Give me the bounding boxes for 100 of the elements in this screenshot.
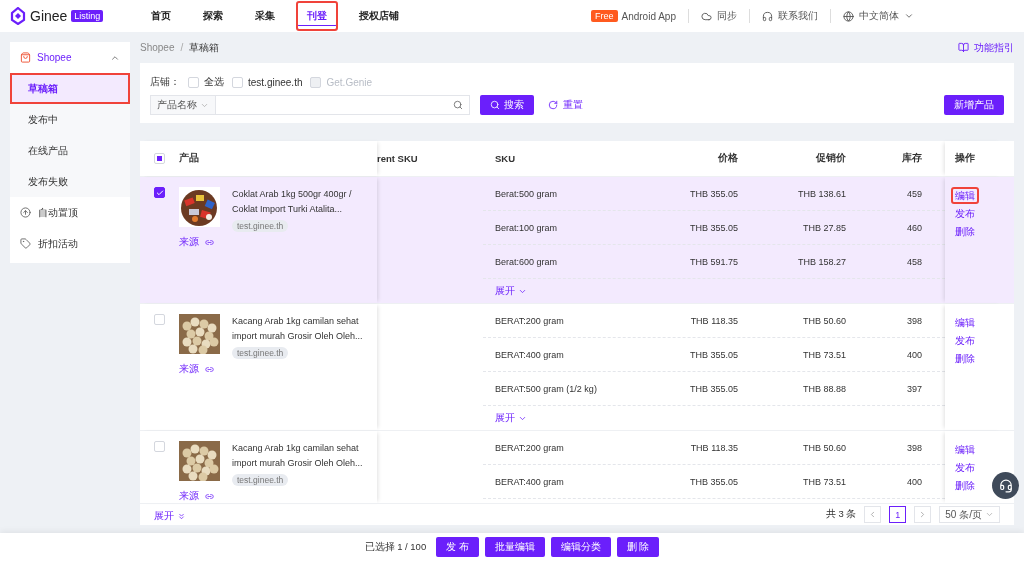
breadcrumb-item: 草稿箱 (189, 40, 220, 55)
search-button[interactable]: 搜索 (480, 95, 534, 116)
header-link-label: 同步 (717, 9, 737, 23)
source-link[interactable]: 来源 (179, 235, 372, 249)
select-all-checkbox[interactable] (154, 153, 165, 164)
expand-link[interactable]: 展开 (483, 279, 527, 303)
store-tag: test.ginee.th (232, 474, 289, 486)
action-link[interactable]: 发布 (951, 459, 979, 476)
store-option-label: 全选 (204, 75, 224, 90)
sidebar-item[interactable]: 发布中 (10, 104, 130, 135)
column-header: rent SKU (377, 152, 419, 166)
guide-link[interactable]: 功能指引 (958, 40, 1014, 55)
sidebar-item[interactable]: 在线产品 (10, 135, 130, 166)
bulk-action-button[interactable]: 发 布 (436, 537, 479, 557)
table-cell-text: THB 355.05 (688, 188, 739, 199)
table-cell-text: 458 (905, 256, 923, 267)
previous-page-button[interactable] (864, 506, 882, 523)
page-button[interactable]: 1 (889, 506, 907, 523)
expand-label: 展开 (154, 509, 174, 523)
action-link[interactable]: 发布 (951, 205, 979, 222)
link-icon (205, 237, 214, 247)
search-icon (490, 100, 500, 111)
table-cell-text: THB 50.60 (801, 442, 847, 453)
total-count: 共 3 条 (825, 508, 857, 521)
checkbox[interactable] (232, 76, 243, 88)
table-cell-text: Berat:600 gram (494, 256, 559, 267)
action-link[interactable]: 删除 (951, 223, 979, 240)
field-select[interactable]: 产品名称 (151, 96, 216, 115)
table-cell-text: THB 73.51 (801, 476, 847, 487)
nav-tab[interactable]: 探索 (192, 1, 234, 31)
sidebar-item[interactable]: 发布失败 (10, 166, 130, 197)
reset-button[interactable]: 重置 (542, 97, 589, 114)
bulk-action-button[interactable]: 批量编辑 (484, 537, 545, 557)
nav-tab[interactable]: 采集 (244, 1, 286, 31)
chevron-down-icon (985, 510, 994, 519)
table-cell-text: Berat:100 gram (494, 222, 559, 233)
nav-tab[interactable]: 首页 (140, 1, 182, 31)
tag-icon (20, 238, 31, 249)
free-badge: Free (591, 10, 618, 22)
table-cell-text: THB 73.51 (801, 349, 847, 360)
action-link[interactable]: 删除 (951, 350, 979, 367)
product-title: Kacang Arab 1kg camilan sehat import murah Grosir Oleh Oleh... (232, 442, 364, 470)
link-icon (205, 364, 214, 374)
table-cell-text: 459 (905, 188, 923, 199)
store-tag: test.ginee.th (232, 220, 289, 232)
double-chevron-icon (177, 511, 186, 521)
table-cell-text: THB 88.88 (801, 383, 847, 394)
checkbox[interactable] (188, 76, 199, 88)
row-checkbox[interactable] (154, 187, 165, 198)
table-cell-text: 460 (905, 222, 923, 233)
table-cell-text: THB 118.35 (689, 315, 739, 326)
expand-label: 展开 (495, 411, 515, 425)
bulk-action-button[interactable]: 删 除 (616, 537, 660, 557)
header-link[interactable]: 联系我们 (749, 9, 818, 23)
sidebar-item[interactable]: 折扣活动 (10, 228, 130, 259)
table-cell-text: THB 138.61 (796, 188, 847, 199)
logo-name: Ginee (30, 8, 68, 24)
source-link[interactable]: 来源 (179, 362, 372, 376)
table-cell-text: THB 355.05 (688, 383, 739, 394)
add-product-button[interactable]: 新增产品 (944, 95, 1004, 116)
source-link[interactable]: 来源 (179, 489, 372, 503)
headset-icon (762, 10, 773, 22)
refresh-icon (548, 100, 558, 111)
action-link[interactable]: 编辑 (951, 314, 979, 331)
table-cell-text: THB 355.05 (688, 349, 739, 360)
source-label: 来源 (179, 235, 199, 249)
column-header: 产品 (179, 152, 199, 165)
bulk-action-button[interactable]: 编辑分类 (550, 537, 611, 557)
next-page-button[interactable] (914, 506, 932, 523)
table-cell-text: BERAT:400 gram (494, 476, 565, 487)
sidebar-item[interactable]: 草稿箱 (10, 73, 130, 104)
header-link[interactable]: 中文简体 (830, 9, 914, 23)
table-cell-text: 400 (905, 476, 923, 487)
search-field[interactable]: 产品名称 (150, 95, 470, 116)
source-label: 来源 (179, 362, 199, 376)
nav-tab[interactable]: 授权店铺 (348, 1, 410, 31)
nav-tab[interactable]: 刊登 (296, 1, 338, 31)
sidebar-item-label: 折扣活动 (38, 236, 78, 251)
logo-badge: Listing (71, 10, 104, 22)
store-option-label: test.ginee.th (248, 76, 303, 88)
action-link[interactable]: 发布 (951, 332, 979, 349)
android-app-link[interactable]: Free Android App (591, 10, 676, 22)
expand-all-link[interactable]: 展开 (154, 504, 186, 528)
table-cell-text: THB 50.60 (801, 315, 847, 326)
store-option-label: Get.Genie (326, 76, 373, 88)
action-link[interactable]: 编辑 (951, 187, 979, 204)
action-link[interactable]: 删除 (951, 477, 979, 494)
column-header: 操作 (955, 152, 975, 165)
bag-icon (20, 52, 31, 63)
table-cell-text: 398 (905, 442, 923, 453)
page-size-select[interactable]: 50 条/页 (939, 506, 1000, 523)
globe-icon (843, 10, 854, 22)
header-link[interactable]: 同步 (688, 9, 737, 23)
sidebar-group[interactable]: Shopee (10, 42, 130, 73)
action-link[interactable]: 编辑 (951, 441, 979, 458)
logo-icon (10, 7, 26, 25)
expand-link[interactable]: 展开 (483, 406, 527, 430)
sidebar-item[interactable]: 自动置顶 (10, 197, 130, 228)
cloud-icon (701, 10, 712, 22)
table-cell-text: THB 591.75 (688, 256, 739, 267)
